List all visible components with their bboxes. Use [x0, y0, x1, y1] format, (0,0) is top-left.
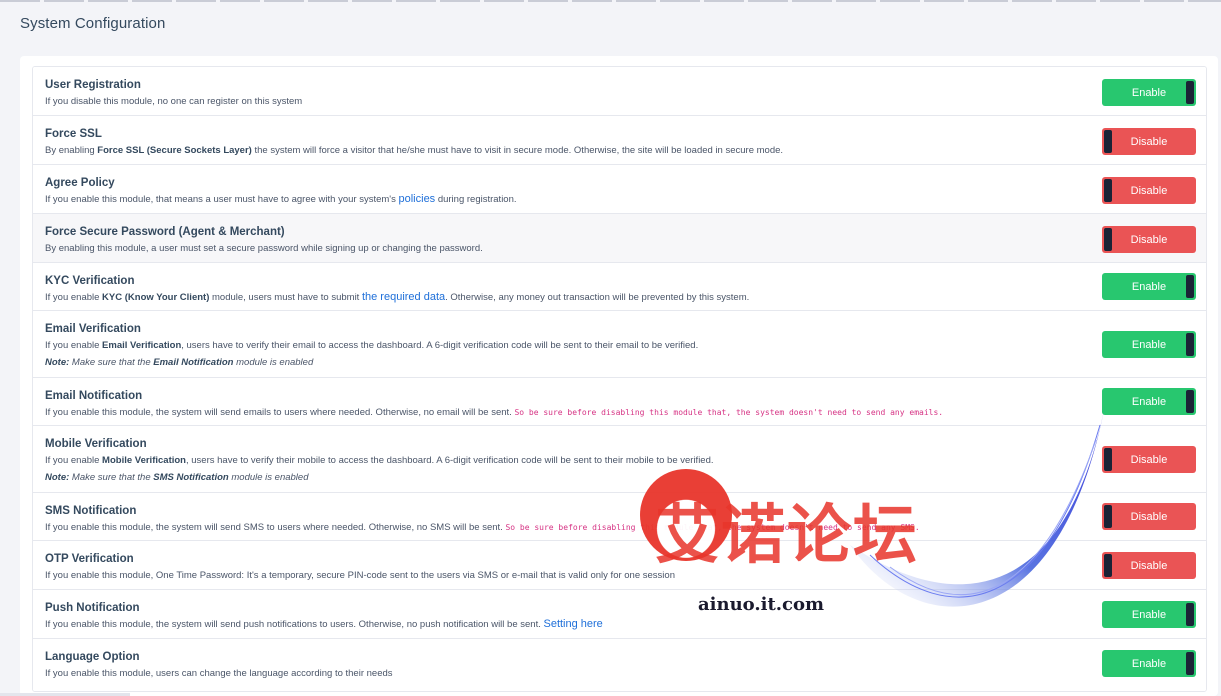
toggle-label: Disable	[1130, 233, 1168, 246]
toggle-knob[interactable]	[1186, 81, 1194, 104]
watermark-text: 艾诺论坛	[655, 499, 919, 573]
toggle-knob[interactable]	[1104, 130, 1112, 153]
required-data-link[interactable]: the required data	[362, 291, 445, 303]
force-ssl-toggle[interactable]: Disable	[1102, 128, 1196, 155]
row-title: KYC Verification	[45, 275, 135, 287]
config-row-force-secure-password: Force Secure Password (Agent & Merchant)…	[33, 214, 1206, 263]
row-title: Force Secure Password (Agent & Merchant)	[45, 226, 285, 238]
toggle-label: Enable	[1131, 86, 1167, 99]
row-description: If you enable this module, that means a …	[45, 193, 517, 205]
user-registration-toggle[interactable]: Enable	[1102, 79, 1196, 106]
toggle-knob[interactable]	[1186, 390, 1194, 413]
toggle-knob[interactable]	[1186, 603, 1194, 626]
email-verification-toggle[interactable]: Enable	[1102, 331, 1196, 358]
row-description: By enabling this module, a user must set…	[45, 243, 483, 254]
row-note: Note: Make sure that the Email Notificat…	[45, 357, 314, 368]
language-option-toggle[interactable]: Enable	[1102, 650, 1196, 677]
toggle-label: Enable	[1131, 338, 1167, 351]
top-divider	[0, 0, 1221, 2]
toggle-label: Disable	[1130, 453, 1168, 466]
toggle-knob[interactable]	[1186, 652, 1194, 675]
config-row-force-ssl: Force SSL By enabling Force SSL (Secure …	[33, 116, 1206, 165]
page-title: System Configuration	[20, 15, 166, 32]
toggle-label: Disable	[1130, 135, 1168, 148]
config-row-kyc-verification: KYC Verification If you enable KYC (Know…	[33, 263, 1206, 311]
row-description: If you disable this module, no one can r…	[45, 96, 303, 107]
force-secure-password-toggle[interactable]: Disable	[1102, 226, 1196, 253]
config-row-language-option: Language Option If you enable this modul…	[33, 639, 1206, 691]
config-row-agree-policy: Agree Policy If you enable this module, …	[33, 165, 1206, 214]
kyc-verification-toggle[interactable]: Enable	[1102, 273, 1196, 300]
row-title: Language Option	[45, 651, 140, 663]
toggle-knob[interactable]	[1186, 333, 1194, 356]
row-title: User Registration	[45, 79, 141, 91]
agree-policy-toggle[interactable]: Disable	[1102, 177, 1196, 204]
toggle-knob[interactable]	[1104, 228, 1112, 251]
config-row-email-verification: Email Verification If you enable Email V…	[33, 311, 1206, 378]
toggle-label: Enable	[1131, 280, 1167, 293]
policies-link[interactable]: policies	[399, 193, 436, 205]
toggle-knob[interactable]	[1104, 179, 1112, 202]
toggle-label: Disable	[1130, 510, 1168, 523]
toggle-knob[interactable]	[1186, 275, 1194, 298]
setting-here-link[interactable]: Setting here	[543, 618, 602, 630]
toggle-label: Enable	[1131, 395, 1167, 408]
row-description: If you enable KYC (Know Your Client) mod…	[45, 291, 750, 303]
toggle-label: Enable	[1131, 657, 1167, 670]
toggle-label: Disable	[1130, 559, 1168, 572]
config-row-user-registration: User Registration If you disable this mo…	[33, 67, 1206, 116]
row-title: Agree Policy	[45, 177, 115, 189]
row-description: If you enable this module, users can cha…	[45, 668, 393, 679]
row-title: Email Verification	[45, 323, 141, 335]
watermark-domain: ainuo.it.com	[698, 594, 825, 615]
row-title: Force SSL	[45, 128, 102, 140]
toggle-label: Enable	[1131, 608, 1167, 621]
toggle-label: Disable	[1130, 184, 1168, 197]
row-description: By enabling Force SSL (Secure Sockets La…	[45, 145, 784, 156]
row-description: If you enable Email Verification, users …	[45, 340, 699, 351]
